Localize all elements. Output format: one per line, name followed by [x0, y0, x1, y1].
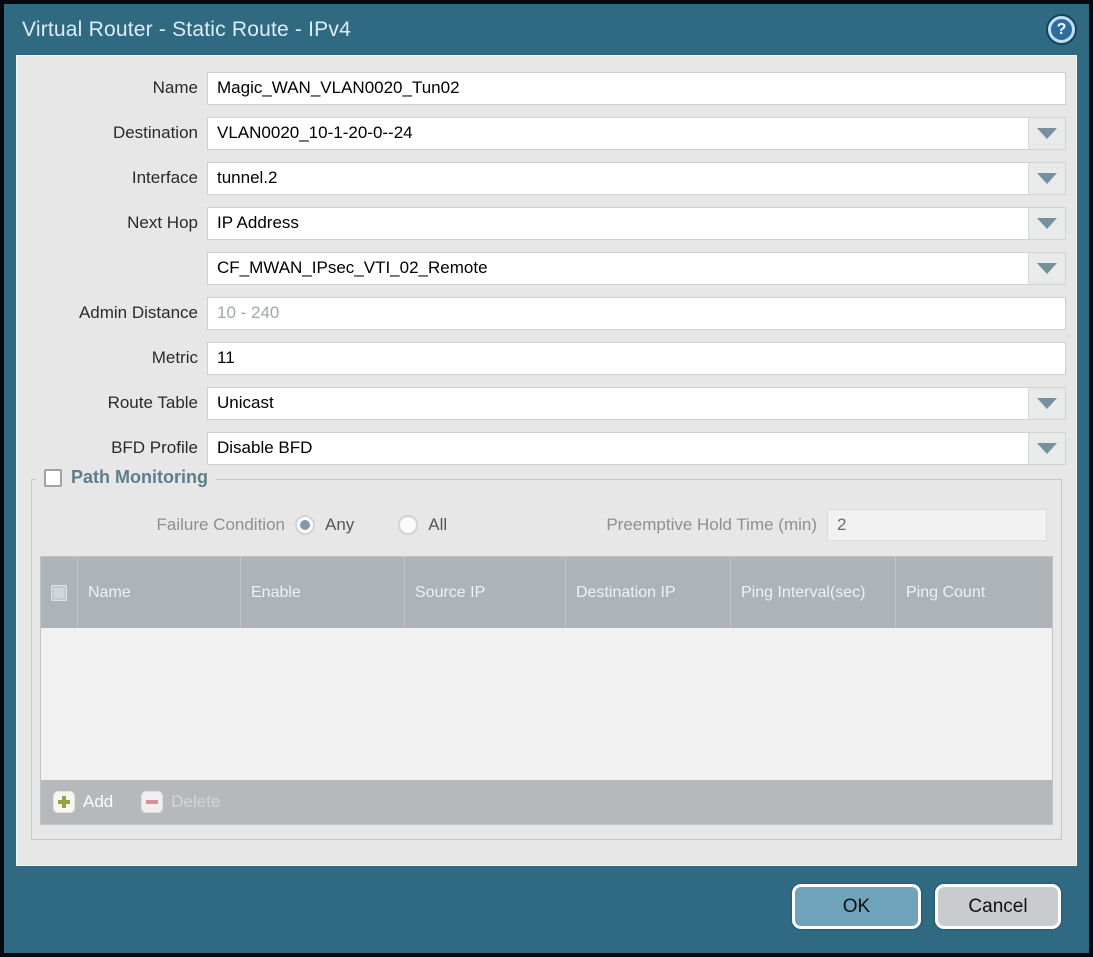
chevron-down-icon [1037, 263, 1057, 274]
path-monitoring-title: Path Monitoring [71, 467, 208, 488]
destination-dropdown-button[interactable] [1029, 117, 1066, 150]
form-row-next-hop: Next Hop [17, 206, 1076, 240]
next-hop-label: Next Hop [17, 213, 207, 233]
preemptive-hold-time-input[interactable] [827, 509, 1047, 541]
add-button[interactable]: Add [53, 791, 113, 813]
destination-input[interactable] [207, 117, 1029, 150]
next-hop-dropdown-button[interactable] [1029, 207, 1066, 240]
column-header-enable: Enable [241, 557, 405, 628]
interface-combo [207, 162, 1066, 195]
metric-label: Metric [17, 348, 207, 368]
table-body-empty [41, 628, 1052, 780]
help-icon[interactable]: ? [1048, 16, 1075, 43]
table-toolbar: Add Delete [41, 780, 1052, 824]
column-header-source-ip: Source IP [405, 557, 566, 628]
next-hop-address-combo [207, 252, 1066, 285]
path-monitoring-legend: Path Monitoring [36, 467, 216, 488]
form-row-interface: Interface [17, 161, 1076, 195]
path-monitoring-section: Path Monitoring Failure Condition Any Al… [31, 479, 1062, 840]
destination-combo [207, 117, 1066, 150]
chevron-down-icon [1037, 173, 1057, 184]
interface-dropdown-button[interactable] [1029, 162, 1066, 195]
table-select-all [41, 557, 78, 628]
next-hop-address-input[interactable] [207, 252, 1029, 285]
metric-input[interactable] [207, 342, 1066, 375]
add-button-label: Add [83, 792, 113, 812]
cancel-button[interactable]: Cancel [935, 884, 1061, 929]
form-row-metric: Metric [17, 341, 1076, 375]
failure-condition-label: Failure Condition [40, 515, 295, 535]
column-header-name: Name [78, 557, 241, 628]
route-table-input[interactable] [207, 387, 1029, 420]
admin-distance-input[interactable] [207, 297, 1066, 330]
bfd-profile-combo [207, 432, 1066, 465]
column-header-ping-count: Ping Count [896, 557, 1052, 628]
route-table-dropdown-button[interactable] [1029, 387, 1066, 420]
failure-condition-any: Any [295, 515, 354, 535]
next-hop-type-input[interactable] [207, 207, 1029, 240]
radio-any[interactable] [295, 515, 315, 535]
next-hop-address-dropdown-button[interactable] [1029, 252, 1066, 285]
radio-all-label: All [428, 515, 447, 535]
delete-button[interactable]: Delete [141, 791, 220, 813]
radio-any-label: Any [325, 515, 354, 535]
form-row-destination: Destination [17, 116, 1076, 150]
form-row-bfd-profile: BFD Profile [17, 431, 1076, 465]
failure-condition-row: Failure Condition Any All Preemptive Hol… [40, 508, 1047, 542]
path-monitoring-checkbox[interactable] [44, 469, 62, 487]
plus-icon [53, 791, 75, 813]
delete-button-label: Delete [171, 792, 220, 812]
form-row-admin-distance: Admin Distance [17, 296, 1076, 330]
column-header-ping-interval: Ping Interval(sec) [731, 557, 896, 628]
table-header: Name Enable Source IP Destination IP Pin… [41, 557, 1052, 628]
static-route-dialog: Virtual Router - Static Route - IPv4 ? N… [4, 4, 1089, 953]
admin-distance-label: Admin Distance [17, 303, 207, 323]
chevron-down-icon [1037, 443, 1057, 454]
minus-icon [141, 791, 163, 813]
chevron-down-icon [1037, 398, 1057, 409]
failure-condition-all: All [398, 515, 447, 535]
form-row-route-table: Route Table [17, 386, 1076, 420]
ok-button[interactable]: OK [792, 884, 921, 929]
dialog-title: Virtual Router - Static Route - IPv4 [22, 18, 351, 42]
preemptive-hold-time-label: Preemptive Hold Time (min) [606, 515, 827, 535]
chevron-down-icon [1037, 218, 1057, 229]
interface-label: Interface [17, 168, 207, 188]
name-label: Name [17, 78, 207, 98]
path-monitoring-table: Name Enable Source IP Destination IP Pin… [40, 556, 1053, 825]
radio-all[interactable] [398, 515, 418, 535]
destination-label: Destination [17, 123, 207, 143]
route-table-label: Route Table [17, 393, 207, 413]
bfd-profile-label: BFD Profile [17, 438, 207, 458]
route-table-combo [207, 387, 1066, 420]
chevron-down-icon [1037, 128, 1057, 139]
bfd-profile-dropdown-button[interactable] [1029, 432, 1066, 465]
title-bar: Virtual Router - Static Route - IPv4 ? [4, 4, 1089, 55]
name-input[interactable] [207, 72, 1066, 105]
dialog-content: Name Destination Interface [16, 55, 1077, 866]
interface-input[interactable] [207, 162, 1029, 195]
bfd-profile-input[interactable] [207, 432, 1029, 465]
form-row-next-hop-address [17, 251, 1076, 285]
select-all-checkbox[interactable] [51, 585, 67, 601]
next-hop-combo [207, 207, 1066, 240]
dialog-footer: OK Cancel [4, 866, 1089, 953]
form-row-name: Name [17, 71, 1076, 105]
column-header-destination-ip: Destination IP [566, 557, 731, 628]
screen: Virtual Router - Static Route - IPv4 ? N… [0, 0, 1093, 957]
